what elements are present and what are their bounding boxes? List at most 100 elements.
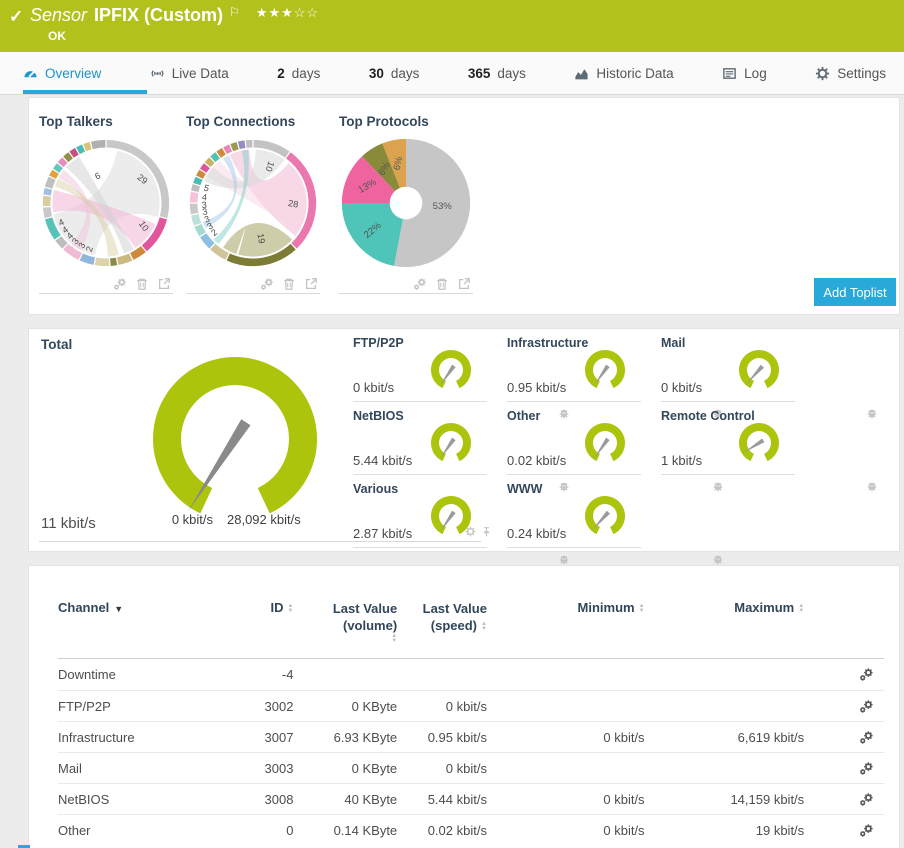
column-header-channel[interactable]: Channel ▼ [58, 600, 238, 615]
svg-text:5: 5 [203, 183, 211, 194]
total-gauge-min: 0 kbit/s [171, 512, 213, 527]
priority-flag-icon[interactable]: ⚐ [229, 5, 240, 19]
svg-text:28: 28 [287, 198, 299, 210]
log-icon [722, 66, 737, 81]
status-badge: OK [48, 29, 66, 43]
gauge-pin-icon[interactable] [559, 555, 569, 565]
table-row: NetBIOS 3008 40 KByte 5.44 kbit/s 0 kbit… [58, 783, 884, 814]
top-connections-chord-chart[interactable]: 1028192333345 [186, 136, 320, 270]
gauge-pin-icon[interactable] [713, 482, 723, 492]
channel-gauge-value: 0.24 kbit/s [507, 526, 567, 541]
sort-icon: ▲ ▼ [798, 602, 805, 614]
top-protocols-donut-chart[interactable]: 53%22%13%6%6% [339, 136, 473, 270]
channel-gauge [739, 423, 779, 462]
toplist-top-connections: Top Connections 10 28 19 2 3 3 3 3 4 5 [186, 114, 320, 294]
channel-gauge [431, 496, 471, 535]
tab-bar: Overview Live Data 2 days 30 days 365 da… [0, 52, 904, 95]
gauge-icon [23, 66, 38, 81]
total-gauge-max: 28,092 kbit/s [227, 512, 301, 527]
table-row: Other 0 0.14 KByte 0.02 kbit/s 0 kbit/s … [58, 814, 884, 845]
channel-settings-icon[interactable] [859, 792, 874, 807]
channel-gauge [585, 496, 625, 535]
toplist-delete-icon[interactable] [282, 277, 296, 291]
tab-2-days[interactable]: 2 days [277, 52, 320, 94]
gauge-pin-icon[interactable] [867, 482, 877, 492]
toplist-delete-icon[interactable] [135, 277, 149, 291]
channel-gauge-value: 0 kbit/s [353, 380, 395, 395]
svg-text:19: 19 [255, 233, 267, 245]
sort-icon: ▲ ▼ [481, 620, 487, 632]
toplist-top-protocols: Top Protocols 53% 22% 13% 6% 6% [339, 114, 473, 294]
tab-365-days[interactable]: 365 days [468, 52, 526, 94]
priority-stars[interactable]: ★★★☆☆ [256, 5, 319, 20]
toplist-open-icon[interactable] [157, 277, 171, 291]
table-row: Downtime -4 [58, 659, 884, 690]
channel-gauge-value: 2.87 kbit/s [353, 526, 413, 541]
channel-gauge [739, 350, 779, 389]
total-gauge-title: Total [41, 337, 73, 352]
tab-live-data[interactable]: Live Data [150, 52, 229, 94]
sensor-header: ✓ Sensor IPFIX (Custom) ⚐ ★★★☆☆ OK [0, 0, 904, 52]
column-header-minimum[interactable]: Minimum ▲ ▼ [487, 600, 645, 615]
channel-settings-icon[interactable] [859, 823, 874, 838]
channels-table: Channel ▼ ID ▲ ▼ Last Value (volume) ▲ ▼ Last … [58, 600, 884, 845]
top-talkers-chord-chart[interactable]: 29610233444 [39, 136, 173, 270]
sensor-name: IPFIX (Custom) [94, 5, 224, 25]
gauges-card: Total 0 kbit/s 28,092 kbit/s 11 kbit/s F… [28, 328, 900, 552]
channel-gauge-value: 0.02 kbit/s [507, 453, 567, 468]
sort-icon: ▲ ▼ [391, 633, 398, 644]
channel-gauge-ftp-p2p: FTP/P2P 0 kbit/s [353, 336, 487, 402]
channel-settings-icon[interactable] [859, 667, 874, 682]
channel-gauge-value: 1 kbit/s [661, 453, 703, 468]
sensor-titleline: Sensor IPFIX (Custom) ⚐ ★★★☆☆ [30, 5, 319, 26]
table-row: FTP/P2P 3002 0 KByte 0 kbit/s [58, 690, 884, 721]
gear-icon [815, 66, 830, 81]
svg-text:4: 4 [201, 192, 207, 202]
column-header-last-value-volume[interactable]: Last Value (volume) ▲ ▼ [293, 600, 397, 644]
channel-gauge-infrastructure: Infrastructure 0.95 kbit/s [507, 336, 641, 402]
sort-caret-icon: ▼ [114, 604, 124, 614]
active-tab-underline [23, 90, 147, 94]
channel-gauge-value: 0.95 kbit/s [507, 380, 567, 395]
channel-gauge [585, 423, 625, 462]
tab-historic-data[interactable]: Historic Data [574, 52, 674, 94]
toplist-delete-icon[interactable] [435, 277, 449, 291]
column-header-id[interactable]: ID ▲ ▼ [238, 600, 293, 615]
channel-gauge-value: 0 kbit/s [661, 380, 703, 395]
channel-settings-icon[interactable] [859, 699, 874, 714]
add-toplist-button[interactable]: Add Toplist [814, 278, 896, 306]
svg-text:6: 6 [93, 170, 102, 181]
channel-gauge-remote-control: Remote Control 1 kbit/s [661, 409, 795, 475]
toplist-open-icon[interactable] [304, 277, 318, 291]
channel-gauge-various: Various 2.87 kbit/s [353, 482, 487, 548]
channel-gauge-www: WWW 0.24 kbit/s [507, 482, 641, 548]
svg-text:53%: 53% [433, 201, 453, 212]
channel-settings-icon[interactable] [859, 730, 874, 745]
historic-chart-icon [574, 66, 589, 81]
status-check-icon: ✓ [9, 7, 24, 26]
channel-settings-icon[interactable] [859, 761, 874, 776]
toplist-settings-icon[interactable] [260, 277, 274, 291]
tab-log[interactable]: Log [722, 52, 767, 94]
tab-30-days[interactable]: 30 days [369, 52, 420, 94]
toplists-card: Top Talkers 29 6 10 2 3 3 4 4 4 Top Connections … [28, 97, 900, 315]
channel-gauge-netbios: NetBIOS 5.44 kbit/s [353, 409, 487, 475]
toplist-title: Top Talkers [39, 114, 113, 129]
channel-gauge-mail: Mail 0 kbit/s [661, 336, 795, 402]
gauge-pin-icon[interactable] [713, 555, 723, 565]
toplist-settings-icon[interactable] [413, 277, 427, 291]
tab-overview[interactable]: Overview [23, 52, 101, 94]
toplist-settings-icon[interactable] [113, 277, 127, 291]
total-gauge [153, 357, 317, 514]
toplist-open-icon[interactable] [457, 277, 471, 291]
channel-gauge-other: Other 0.02 kbit/s [507, 409, 641, 475]
channel-gauge-value: 5.44 kbit/s [353, 453, 413, 468]
table-row: Infrastructure 3007 6.93 KByte 0.95 kbit… [58, 721, 884, 752]
column-header-last-value-speed[interactable]: Last Value (speed) ▲ ▼ [397, 600, 487, 634]
column-header-maximum[interactable]: Maximum ▲ ▼ [645, 600, 805, 615]
tab-settings[interactable]: Settings [815, 52, 886, 94]
channel-gauge [585, 350, 625, 389]
channels-table-card: Channel ▼ ID ▲ ▼ Last Value (volume) ▲ ▼ Last … [28, 565, 900, 848]
live-data-icon [150, 66, 165, 81]
gauge-pin-icon[interactable] [867, 409, 877, 419]
